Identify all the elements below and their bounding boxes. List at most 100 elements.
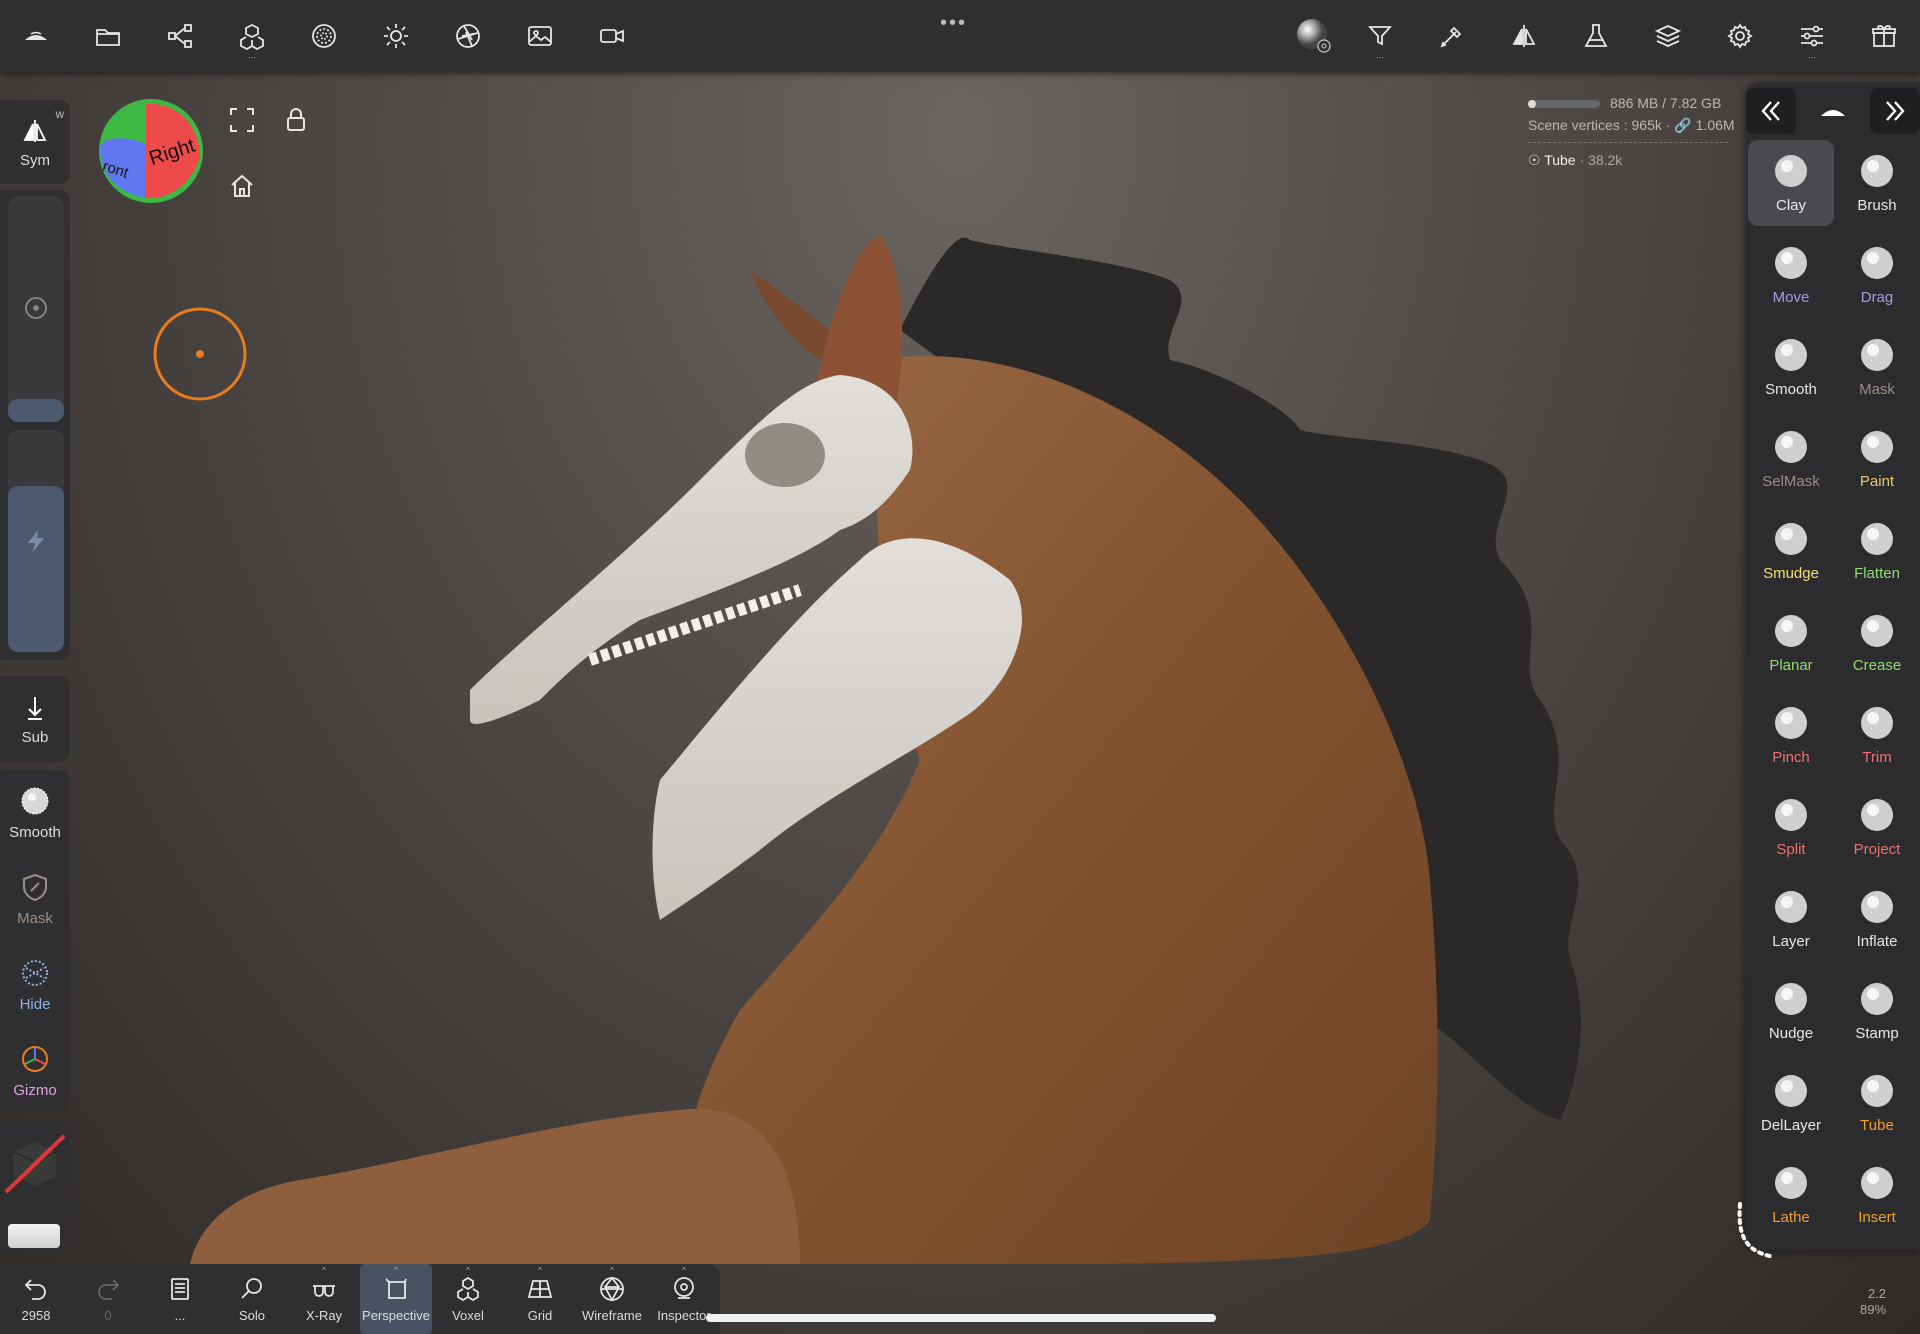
tool-clay-label: Clay [1775, 196, 1806, 214]
tool-mask-label: Mask [1859, 380, 1895, 398]
stroke-icon[interactable] [1430, 14, 1474, 58]
glasses-icon [313, 1284, 335, 1297]
planar-icon [1775, 614, 1807, 647]
history-more: ... [174, 1307, 186, 1323]
tool-split[interactable]: Split [1748, 784, 1834, 870]
tool-pinch[interactable]: Pinch [1748, 692, 1834, 778]
material-preview-icon[interactable] [4, 1132, 66, 1194]
tool-smooth[interactable]: Smooth [1748, 324, 1834, 410]
lock-icon[interactable] [282, 106, 310, 139]
vertex-readout: Scene vertices : 965k · 🔗 1.06M [1528, 117, 1735, 133]
clay-icon [1775, 154, 1807, 187]
tool-project[interactable]: Project [1834, 784, 1920, 870]
filter-icon[interactable]: ... [1358, 14, 1402, 60]
tool-stamp[interactable]: Stamp [1834, 968, 1920, 1054]
zoom-percent: 89% [1860, 1302, 1887, 1317]
tool-tube-label: Tube [1860, 1116, 1894, 1134]
radius-slider[interactable] [8, 196, 64, 422]
topology-icon[interactable]: ... [230, 14, 274, 60]
brush-icon [1861, 154, 1893, 187]
material-sphere-icon[interactable] [302, 14, 346, 58]
tool-brush-label: Brush [1857, 196, 1897, 214]
tool-stamp-label: Stamp [1855, 1024, 1899, 1042]
tool-crease[interactable]: Crease [1834, 600, 1920, 686]
fullscreen-icon[interactable] [228, 106, 256, 139]
wireframe-button[interactable]: ^ Wireframe [576, 1264, 648, 1334]
split-icon [1775, 798, 1807, 831]
voxel-button[interactable]: ^ Voxel [432, 1264, 504, 1334]
tool-trim[interactable]: Trim [1834, 692, 1920, 778]
tool-insert[interactable]: Insert [1834, 1152, 1920, 1238]
symmetry-icon[interactable] [1502, 14, 1546, 58]
light-icon[interactable] [374, 14, 418, 58]
xray-button[interactable]: ^ X-Ray [288, 1264, 360, 1334]
gift-icon[interactable] [1862, 14, 1906, 58]
top-drag-handle[interactable]: ••• [940, 12, 967, 35]
scene-graph-icon[interactable] [158, 14, 202, 58]
left-material-panel [0, 1122, 70, 1252]
tool-selmask[interactable]: SelMask [1748, 416, 1834, 502]
viewport-sculpt[interactable] [0, 72, 1746, 1264]
tool-paint[interactable]: Paint [1834, 416, 1920, 502]
sub-button[interactable]: Sub [0, 676, 70, 762]
tool-drag[interactable]: Drag [1834, 232, 1920, 318]
inspector-button[interactable]: ^ Inspector [648, 1264, 720, 1334]
flatten-icon [1861, 522, 1893, 555]
tool-planar[interactable]: Planar [1748, 600, 1834, 686]
sym-label: Sym [20, 151, 50, 169]
tool-mask[interactable]: Mask [1834, 324, 1920, 410]
quick-hide-button[interactable]: Hide [0, 942, 70, 1028]
history-button[interactable]: ... [144, 1264, 216, 1334]
crease-icon [1861, 614, 1893, 647]
stamp-icon [1861, 982, 1893, 1015]
tool-dellayer[interactable]: DelLayer [1748, 1060, 1834, 1146]
nomad-logo-icon[interactable] [14, 14, 58, 58]
folder-icon[interactable] [86, 14, 130, 58]
tool-tube[interactable]: Tube [1834, 1060, 1920, 1146]
quick-mask-button[interactable]: Mask [0, 856, 70, 942]
intensity-slider[interactable] [8, 430, 64, 652]
quick-gizmo-button[interactable]: Gizmo [0, 1028, 70, 1114]
tool-brush[interactable]: Brush [1834, 140, 1920, 226]
matcap-sphere-icon[interactable] [1286, 14, 1342, 58]
redo-button[interactable]: 0 [72, 1264, 144, 1334]
undo-button[interactable]: 2958 [0, 1264, 72, 1334]
grid-button[interactable]: ^ Grid [504, 1264, 576, 1334]
grid-label: Grid [527, 1307, 553, 1323]
sliders-icon[interactable]: ... [1790, 14, 1834, 60]
left-slider-panel [0, 190, 70, 660]
home-indicator[interactable] [706, 1314, 1216, 1322]
video-camera-icon[interactable] [590, 14, 634, 58]
tool-inflate[interactable]: Inflate [1834, 876, 1920, 962]
tool-insert-label: Insert [1858, 1208, 1896, 1226]
quick-smooth-label: Smooth [9, 823, 61, 841]
collapse-left-button[interactable] [1746, 88, 1796, 134]
perspective-label: Perspective [362, 1307, 430, 1323]
tool-split-label: Split [1776, 840, 1806, 858]
expand-right-button[interactable] [1870, 88, 1920, 134]
color-swatch[interactable] [8, 1224, 60, 1248]
tool-nudge[interactable]: Nudge [1748, 968, 1834, 1054]
background-image-icon[interactable] [518, 14, 562, 58]
quick-smooth-button[interactable]: Smooth [0, 770, 70, 856]
settings-icon[interactable] [1718, 14, 1762, 58]
flask-icon[interactable] [1574, 14, 1618, 58]
tool-clay[interactable]: Clay [1748, 140, 1834, 226]
tool-layer[interactable]: Layer [1748, 876, 1834, 962]
sym-mode-badge: W [55, 110, 65, 120]
tool-project-label: Project [1853, 840, 1901, 858]
tool-smudge[interactable]: Smudge [1748, 508, 1834, 594]
tool-trim-label: Trim [1862, 748, 1892, 766]
layers-icon[interactable] [1646, 14, 1690, 58]
view-cube[interactable]: Right ront [96, 96, 206, 206]
selected-object[interactable]: ☉ Tube · 38.2k [1528, 149, 1735, 171]
tool-move[interactable]: Move [1748, 232, 1834, 318]
solo-button[interactable]: Solo [216, 1264, 288, 1334]
camera-aperture-icon[interactable] [446, 14, 490, 58]
home-icon[interactable] [228, 172, 256, 205]
tool-pinch-label: Pinch [1772, 748, 1810, 766]
tool-drag-label: Drag [1860, 288, 1894, 306]
panel-resize-handle[interactable] [1730, 1200, 1790, 1264]
tool-flatten[interactable]: Flatten [1834, 508, 1920, 594]
perspective-button[interactable]: ^ Perspective [360, 1264, 432, 1334]
